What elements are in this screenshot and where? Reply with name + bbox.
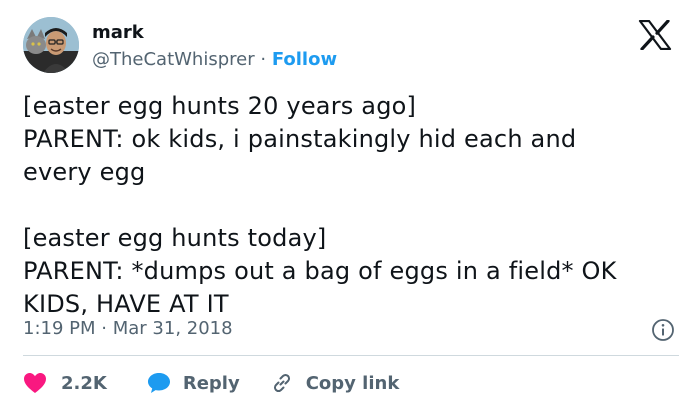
action-bar: 2.2K Reply Copy link xyxy=(23,370,399,396)
heart-icon xyxy=(24,373,46,393)
tweet-date[interactable]: Mar 31, 2018 xyxy=(113,318,233,339)
tweet-text: [easter egg hunts 20 years ago] PARENT: … xyxy=(23,92,617,318)
author-handle-row: @TheCatWhisprer · Follow xyxy=(92,49,337,71)
copy-link-label: Copy link xyxy=(305,372,400,394)
follow-link[interactable]: Follow xyxy=(272,49,337,70)
meta-separator: · xyxy=(101,318,107,339)
author-name[interactable]: mark xyxy=(92,22,144,44)
tweet-time[interactable]: 1:19 PM xyxy=(23,318,96,339)
reply-button[interactable]: Reply xyxy=(147,372,240,394)
divider xyxy=(23,355,679,356)
link-icon xyxy=(273,373,290,393)
x-logo-icon[interactable] xyxy=(638,20,672,50)
reply-label: Reply xyxy=(182,372,240,394)
info-icon[interactable] xyxy=(651,318,675,342)
speech-bubble-icon xyxy=(147,373,170,393)
author-handle[interactable]: @TheCatWhisprer xyxy=(92,49,255,70)
copy-link-button[interactable]: Copy link xyxy=(270,371,400,395)
tweet-meta: 1:19 PM · Mar 31, 2018 xyxy=(23,318,233,340)
like-count: 2.2K xyxy=(61,372,107,394)
avatar[interactable] xyxy=(23,17,79,73)
like-button[interactable]: 2.2K xyxy=(23,372,107,394)
handle-separator: · xyxy=(260,49,267,70)
